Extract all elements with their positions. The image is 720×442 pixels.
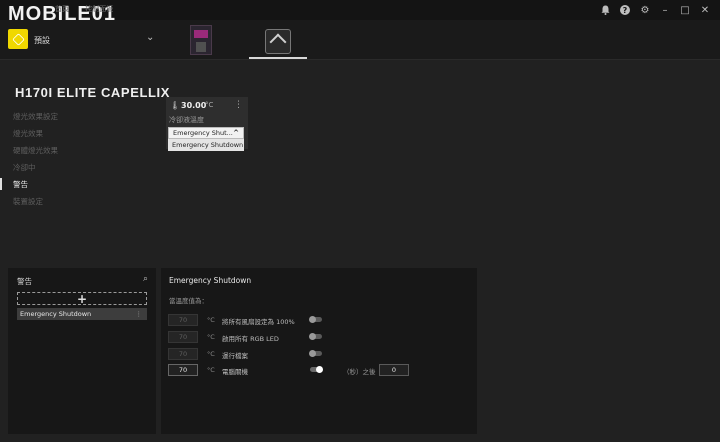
unit-label: °C bbox=[207, 366, 215, 374]
threshold-input[interactable]: 70 bbox=[168, 314, 198, 326]
profile-icon[interactable] bbox=[8, 29, 28, 49]
nav-item-device-settings[interactable]: 裝置設定 bbox=[13, 197, 58, 214]
sensor-name: 冷卻液溫度 bbox=[169, 116, 204, 124]
device-bar: 預設 ⌄ bbox=[0, 20, 720, 60]
top-nav-home[interactable]: 首頁 bbox=[55, 5, 69, 13]
device-title: H170I ELITE CAPELLIX bbox=[15, 85, 171, 100]
search-icon[interactable]: ⌕ bbox=[143, 274, 148, 284]
action-row-rgb: 70 °C 啟用所有 RGB LED bbox=[168, 331, 468, 344]
sensor-unit: °C bbox=[205, 101, 214, 109]
chevron-up-icon: ^ bbox=[233, 129, 239, 137]
unit-label: °C bbox=[207, 350, 215, 358]
threshold-input[interactable]: 70 bbox=[168, 331, 198, 343]
minimize-icon[interactable]: – bbox=[658, 3, 672, 17]
action-row-shutdown: 70 °C 電腦關機 （秒）之後 0 bbox=[168, 364, 468, 377]
action-label: 電腦關機 bbox=[222, 368, 248, 376]
add-alert-button[interactable]: + bbox=[17, 292, 147, 306]
action-toggle[interactable] bbox=[310, 365, 323, 373]
alert-detail-panel: Emergency Shutdown 當溫度值為： 70 °C 將所有風扇設定為… bbox=[161, 268, 477, 434]
nav-item-hardware-lighting[interactable]: 硬體燈光效果 bbox=[13, 146, 58, 163]
active-nav-marker bbox=[0, 178, 2, 190]
nav-item-lighting-setup[interactable]: 燈光效果設定 bbox=[13, 112, 58, 129]
action-label: 將所有風扇設定為 100% bbox=[222, 318, 295, 326]
alert-list-item[interactable]: Emergency Shutdown ⋮ bbox=[17, 308, 147, 320]
aio-cooler-device-icon[interactable] bbox=[265, 29, 291, 54]
unit-label: °C bbox=[207, 316, 215, 324]
alert-list-item-label: Emergency Shutdown bbox=[20, 310, 92, 318]
bell-icon[interactable] bbox=[598, 3, 612, 17]
delay-label: （秒）之後 bbox=[343, 368, 376, 376]
nav-item-alerts[interactable]: 警告 bbox=[13, 180, 58, 197]
nav-item-lighting-effects[interactable]: 燈光效果 bbox=[13, 129, 58, 146]
threshold-input[interactable]: 70 bbox=[168, 348, 198, 360]
sensor-temperature: 30.00 bbox=[181, 101, 207, 110]
threshold-input[interactable]: 70 bbox=[168, 364, 198, 376]
close-icon[interactable]: ✕ bbox=[698, 3, 712, 17]
selected-device-indicator bbox=[249, 57, 307, 59]
top-nav-dashboard[interactable]: 控制面板 bbox=[85, 5, 113, 13]
title-bar: MOBILE01 首頁 控制面板 ? ⚙ – □ ✕ bbox=[0, 0, 720, 24]
gear-icon[interactable]: ⚙ bbox=[638, 3, 652, 17]
action-toggle[interactable] bbox=[309, 315, 322, 323]
delay-seconds-input[interactable]: 0 bbox=[379, 364, 409, 376]
help-icon[interactable]: ? bbox=[618, 3, 632, 17]
nav-item-cooling[interactable]: 冷卻中 bbox=[13, 163, 58, 180]
alert-detail-title: Emergency Shutdown bbox=[169, 276, 252, 285]
action-toggle[interactable] bbox=[309, 349, 322, 357]
profile-label[interactable]: 預設 bbox=[34, 35, 50, 46]
more-options-icon[interactable]: ⋮ bbox=[136, 308, 143, 320]
action-label: 啟用所有 RGB LED bbox=[222, 335, 279, 343]
action-label: 運行檔案 bbox=[222, 352, 248, 360]
window-controls: ? ⚙ – □ ✕ bbox=[598, 3, 712, 17]
alert-dropdown-option[interactable]: Emergency Shutdown bbox=[168, 139, 244, 151]
unit-label: °C bbox=[207, 333, 215, 341]
action-row-fans: 70 °C 將所有風扇設定為 100% bbox=[168, 314, 468, 327]
chevron-down-icon[interactable]: ⌄ bbox=[146, 32, 154, 43]
thermometer-icon: 🌡 bbox=[170, 101, 181, 110]
top-nav: 首頁 控制面板 bbox=[55, 4, 127, 14]
action-toggle[interactable] bbox=[309, 332, 322, 340]
alert-select[interactable]: Emergency Shut... ^ bbox=[168, 127, 244, 139]
action-row-run-file: 70 °C 運行檔案 bbox=[168, 348, 468, 361]
motherboard-device-icon[interactable] bbox=[190, 25, 212, 55]
alerts-panel-title: 警告 bbox=[17, 277, 32, 286]
more-options-icon[interactable]: ⋮ bbox=[234, 100, 243, 110]
alert-select-value: Emergency Shut... bbox=[173, 129, 233, 137]
alert-condition-label: 當溫度值為： bbox=[169, 297, 208, 305]
alerts-list-panel: 警告 ⌕ + Emergency Shutdown ⋮ bbox=[8, 268, 156, 434]
device-side-nav: 燈光效果設定 燈光效果 硬體燈光效果 冷卻中 警告 裝置設定 bbox=[13, 112, 58, 214]
maximize-icon[interactable]: □ bbox=[678, 3, 692, 17]
